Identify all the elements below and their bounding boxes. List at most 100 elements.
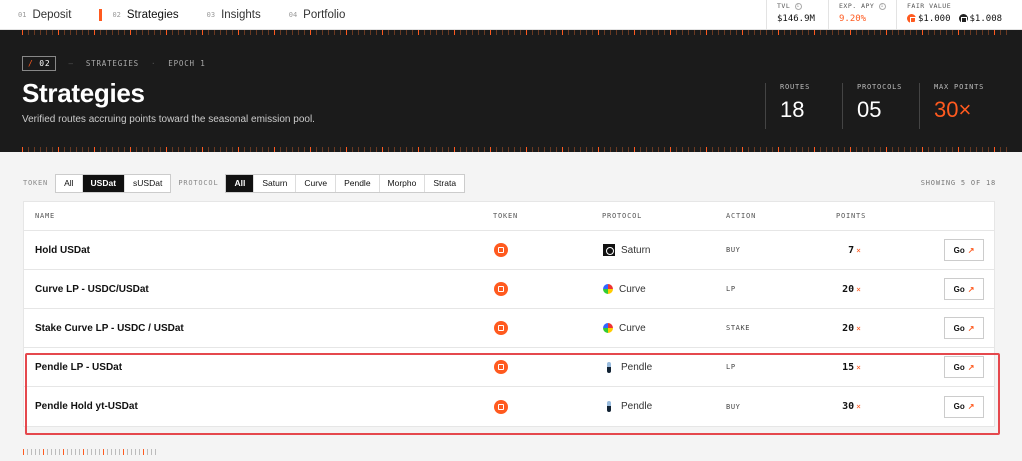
token-filter-all[interactable]: All xyxy=(56,174,83,192)
table-row[interactable]: Curve LP - USDC/USDat Curve LP 20 × Go ↗ xyxy=(24,270,994,309)
tick-mark xyxy=(106,30,107,35)
fair-value-1: $1.000 xyxy=(918,14,951,24)
tick-mark xyxy=(424,30,425,35)
routes-stat: ROUTES 18 xyxy=(765,83,842,129)
tick-mark xyxy=(778,147,779,152)
info-icon[interactable]: i xyxy=(794,2,802,10)
protocols-value: 05 xyxy=(857,97,882,122)
tick-mark xyxy=(115,449,116,455)
tick-mark xyxy=(346,30,347,35)
tick-mark xyxy=(310,147,311,152)
tick-mark xyxy=(562,30,563,35)
protocol-filter-all[interactable]: All xyxy=(226,174,255,192)
nav-item-deposit[interactable]: 01 Deposit xyxy=(18,9,71,21)
table-row[interactable]: Stake Curve LP - USDC / USDat Curve STAK… xyxy=(24,309,994,348)
tick-mark xyxy=(616,147,617,152)
nav-item-strategies[interactable]: 02 Strategies xyxy=(99,8,179,21)
tick-mark xyxy=(862,30,863,35)
top-bar: 01 Deposit 02 Strategies 03 Insights 04 … xyxy=(0,0,1022,30)
protocol-filter-pendle[interactable]: Pendle xyxy=(336,174,380,192)
tick-mark xyxy=(526,30,527,35)
strategies-table: NAME TOKEN PROTOCOL ACTION POINTS Hold U… xyxy=(23,201,995,427)
main-nav: 01 Deposit 02 Strategies 03 Insights 04 … xyxy=(0,0,766,29)
tick-mark xyxy=(730,147,731,152)
tick-mark xyxy=(766,147,767,152)
apy-value: 9.20% xyxy=(839,14,867,24)
protocol-filter-morpho[interactable]: Morpho xyxy=(379,174,426,192)
tick-mark xyxy=(688,30,689,35)
tick-mark xyxy=(766,30,767,35)
table-row[interactable]: Pendle LP - USDat Pendle LP 15 × Go ↗ xyxy=(24,348,994,387)
tick-mark xyxy=(196,30,197,35)
top-stats: TVL i $146.9M EXP. APY i 9.20% FAIR VALU… xyxy=(766,0,1022,30)
tick-mark xyxy=(742,147,743,152)
tick-mark xyxy=(256,30,257,35)
tick-mark xyxy=(220,30,221,35)
go-button[interactable]: Go ↗ xyxy=(944,356,984,378)
nav-item-insights[interactable]: 03 Insights xyxy=(207,9,261,21)
tick-mark xyxy=(586,147,587,152)
protocol-filter-strata[interactable]: Strata xyxy=(425,174,465,192)
action-type: BUY xyxy=(726,402,741,411)
token-filter-susdat[interactable]: sUSDat xyxy=(125,174,171,192)
tick-mark xyxy=(244,147,245,152)
tick-mark xyxy=(874,147,875,152)
tick-mark xyxy=(454,30,455,35)
tick-mark xyxy=(472,147,473,152)
tick-mark xyxy=(598,147,599,152)
tick-mark xyxy=(298,147,299,152)
tick-mark xyxy=(67,449,68,455)
tick-mark xyxy=(34,147,35,152)
tick-mark xyxy=(31,449,32,455)
tick-mark xyxy=(112,30,113,35)
tick-mark xyxy=(994,147,995,152)
tick-mark xyxy=(412,30,413,35)
go-button[interactable]: Go ↗ xyxy=(944,278,984,300)
tick-mark xyxy=(934,30,935,35)
table-row[interactable]: Pendle Hold yt-USDat Pendle BUY 30 × Go ↗ xyxy=(24,387,994,426)
table-row[interactable]: Hold USDat Saturn BUY 7 × Go ↗ xyxy=(24,231,994,270)
strategy-name: Stake Curve LP - USDC / USDat xyxy=(35,322,184,334)
go-label: Go xyxy=(953,362,965,372)
arrow-up-right-icon: ↗ xyxy=(967,245,975,255)
nav-label: Insights xyxy=(221,8,261,21)
tick-mark xyxy=(568,147,569,152)
tick-mark xyxy=(892,147,893,152)
tick-mark xyxy=(532,147,533,152)
usdat-token-icon xyxy=(494,321,508,335)
tick-mark xyxy=(748,30,749,35)
tick-mark xyxy=(418,147,419,152)
tick-mark xyxy=(940,30,941,35)
protocol-filter-curve[interactable]: Curve xyxy=(296,174,337,192)
tick-mark xyxy=(628,30,629,35)
token-filter-usdat[interactable]: USDat xyxy=(82,174,126,192)
protocol-filter-saturn[interactable]: Saturn xyxy=(254,174,297,192)
tick-mark xyxy=(976,30,977,35)
tick-mark xyxy=(151,449,152,455)
go-button[interactable]: Go ↗ xyxy=(944,317,984,339)
tick-mark xyxy=(622,30,623,35)
tick-mark xyxy=(172,147,173,152)
nav-item-portfolio[interactable]: 04 Portfolio xyxy=(289,9,346,21)
tick-mark xyxy=(142,30,143,35)
tick-mark xyxy=(478,147,479,152)
tvl-stat: TVL i $146.9M xyxy=(766,0,828,30)
strategy-name: Pendle Hold yt-USDat xyxy=(35,401,138,412)
tick-mark xyxy=(334,147,335,152)
tick-mark xyxy=(256,147,257,152)
info-icon[interactable]: i xyxy=(878,2,886,10)
tick-mark xyxy=(928,30,929,35)
go-button[interactable]: Go ↗ xyxy=(944,395,984,418)
tick-mark xyxy=(934,147,935,152)
tick-mark xyxy=(82,30,83,35)
tick-mark xyxy=(370,147,371,152)
tick-mark xyxy=(292,147,293,152)
routes-label: ROUTES xyxy=(780,83,811,91)
points-multiplier: × xyxy=(856,284,861,294)
go-button[interactable]: Go ↗ xyxy=(944,239,984,261)
tick-mark xyxy=(52,147,53,152)
tick-mark xyxy=(538,30,539,35)
tick-mark xyxy=(328,30,329,35)
tick-mark xyxy=(100,147,101,152)
tick-mark xyxy=(112,147,113,152)
